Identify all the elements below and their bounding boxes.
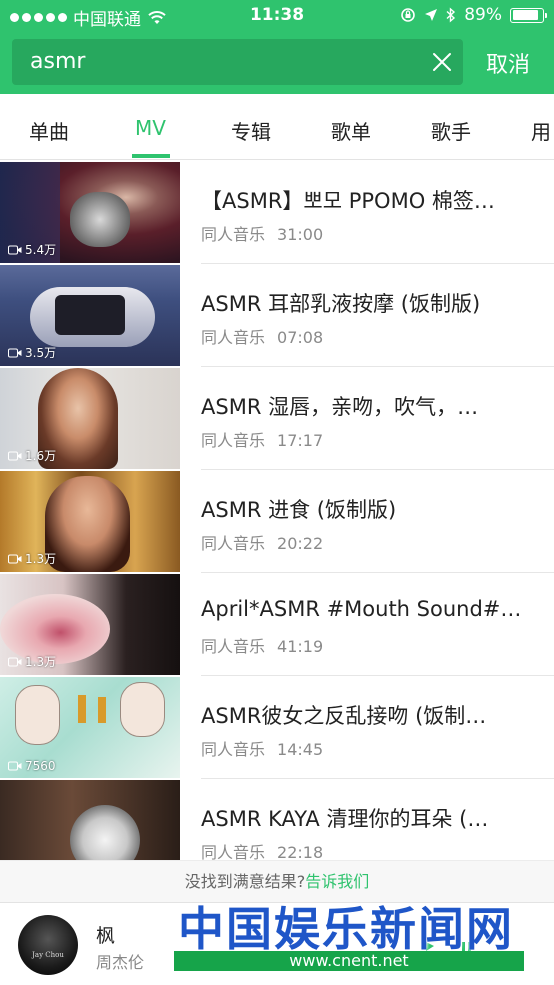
battery-percent: 89%	[464, 5, 502, 25]
view-count: 7560	[8, 759, 56, 773]
list-item[interactable]: 5.4万 【ASMR】뽀모 PPOMO 棉签… 同人音乐 31:00	[0, 161, 554, 264]
mv-duration: 07:08	[277, 328, 324, 347]
mv-title: ASMR KAYA 清理你的耳朵 (…	[201, 807, 489, 831]
mv-title: ASMR彼女之反乱接吻 (饭制…	[201, 704, 487, 728]
mv-duration: 14:45	[277, 740, 324, 759]
watermark-url: www.cnent.net	[174, 951, 524, 971]
tab-bar: 单曲 MV 专辑 歌单 歌手 用	[0, 94, 554, 160]
mv-meta: 同人音乐 17:17	[201, 427, 323, 451]
now-playing-artist: 周杰伦	[96, 953, 145, 972]
mv-source: 同人音乐	[201, 843, 266, 860]
mv-result-list[interactable]: 5.4万 【ASMR】뽀모 PPOMO 棉签… 同人音乐 31:00 3.5万 A…	[0, 161, 554, 860]
tab-playlists[interactable]: 歌单	[331, 116, 371, 145]
mv-source: 同人音乐	[201, 225, 266, 244]
mv-duration: 17:17	[277, 431, 324, 450]
mv-meta: 同人音乐 07:08	[201, 324, 323, 348]
view-count: 1.3万	[8, 550, 56, 567]
mv-title: April*ASMR #Mouth Sound#…	[201, 597, 522, 621]
mv-source: 同人音乐	[201, 534, 266, 553]
view-count: 5.4万	[8, 241, 56, 258]
mv-meta: 同人音乐 14:45	[201, 736, 323, 760]
video-thumbnail[interactable]: 1.3万	[0, 574, 180, 675]
video-camera-icon	[8, 348, 22, 357]
video-camera-icon	[8, 761, 22, 771]
list-item[interactable]: 1.3万 ASMR 进食 (饭制版) 同人音乐 20:22	[0, 470, 554, 573]
orientation-lock-icon	[401, 8, 416, 22]
video-camera-icon	[8, 657, 22, 666]
mv-source: 同人音乐	[201, 328, 266, 347]
view-count: 1.6万	[8, 447, 56, 464]
list-item[interactable]: 1.3万 April*ASMR #Mouth Sound#… 同人音乐 41:19	[0, 573, 554, 676]
list-item[interactable]: ASMR KAYA 清理你的耳朵 (… 同人音乐 22:18	[0, 779, 554, 860]
mv-source: 同人音乐	[201, 637, 266, 656]
mv-meta: 同人音乐 22:18	[201, 839, 323, 860]
video-thumbnail[interactable]: 7560	[0, 677, 180, 778]
mv-title: ASMR 耳部乳液按摩 (饭制版)	[201, 292, 481, 316]
video-camera-icon	[8, 554, 22, 563]
mv-meta: 同人音乐 20:22	[201, 530, 323, 554]
status-bar: 中国联通 11:38 89%	[0, 0, 554, 32]
search-query[interactable]: asmr	[30, 49, 85, 74]
battery-level	[512, 10, 539, 20]
mv-duration: 20:22	[277, 534, 324, 553]
video-camera-icon	[8, 245, 22, 254]
location-icon	[425, 9, 438, 21]
video-thumbnail[interactable]: 5.4万	[0, 162, 180, 263]
battery-icon	[510, 7, 547, 23]
cancel-button[interactable]: 取消	[486, 47, 530, 79]
mv-source: 同人音乐	[201, 431, 266, 450]
status-right: 89%	[400, 5, 547, 25]
tab-singers[interactable]: 歌手	[431, 116, 471, 145]
video-thumbnail[interactable]: 1.3万	[0, 471, 180, 572]
video-thumbnail[interactable]: 3.5万	[0, 265, 180, 366]
mv-title: 【ASMR】뽀모 PPOMO 棉签…	[201, 189, 495, 213]
active-tab-indicator	[132, 154, 170, 158]
header: 中国联通 11:38 89% asmr 取消	[0, 0, 554, 94]
mv-meta: 同人音乐 41:19	[201, 633, 323, 657]
mv-title: ASMR 湿唇，亲吻，吹气，…	[201, 395, 479, 419]
mv-duration: 31:00	[277, 225, 324, 244]
tab-mv[interactable]: MV	[135, 116, 166, 140]
tab-albums[interactable]: 专辑	[231, 116, 271, 145]
video-camera-icon	[8, 451, 22, 460]
album-cover[interactable]: Jay Chou	[18, 915, 78, 975]
mv-duration: 41:19	[277, 637, 324, 656]
mv-meta: 同人音乐 31:00	[201, 221, 323, 245]
video-thumbnail[interactable]: 1.6万	[0, 368, 180, 469]
album-cover-text: Jay Chou	[32, 951, 64, 959]
tab-songs[interactable]: 单曲	[29, 116, 69, 145]
view-count: 1.3万	[8, 653, 56, 670]
mv-duration: 22:18	[277, 843, 324, 860]
mv-title: ASMR 进食 (饭制版)	[201, 498, 397, 522]
bluetooth-icon	[446, 7, 456, 23]
search-input[interactable]: asmr	[12, 39, 463, 85]
tab-users[interactable]: 用	[531, 116, 551, 145]
list-item[interactable]: 3.5万 ASMR 耳部乳液按摩 (饭制版) 同人音乐 07:08	[0, 264, 554, 367]
video-thumbnail[interactable]	[0, 780, 180, 860]
feedback-link[interactable]: 告诉我们	[305, 872, 369, 891]
watermark-title: 中国娱乐新闻网	[178, 902, 514, 956]
list-item[interactable]: 7560 ASMR彼女之反乱接吻 (饭制… 同人音乐 14:45	[0, 676, 554, 779]
mv-source: 同人音乐	[201, 740, 266, 759]
clear-icon[interactable]	[429, 49, 455, 75]
view-count: 3.5万	[8, 344, 56, 361]
list-item[interactable]: 1.6万 ASMR 湿唇，亲吻，吹气，… 同人音乐 17:17	[0, 367, 554, 470]
feedback-prompt: 没找到满意结果?	[184, 872, 306, 891]
now-playing-title: 枫	[96, 925, 116, 947]
